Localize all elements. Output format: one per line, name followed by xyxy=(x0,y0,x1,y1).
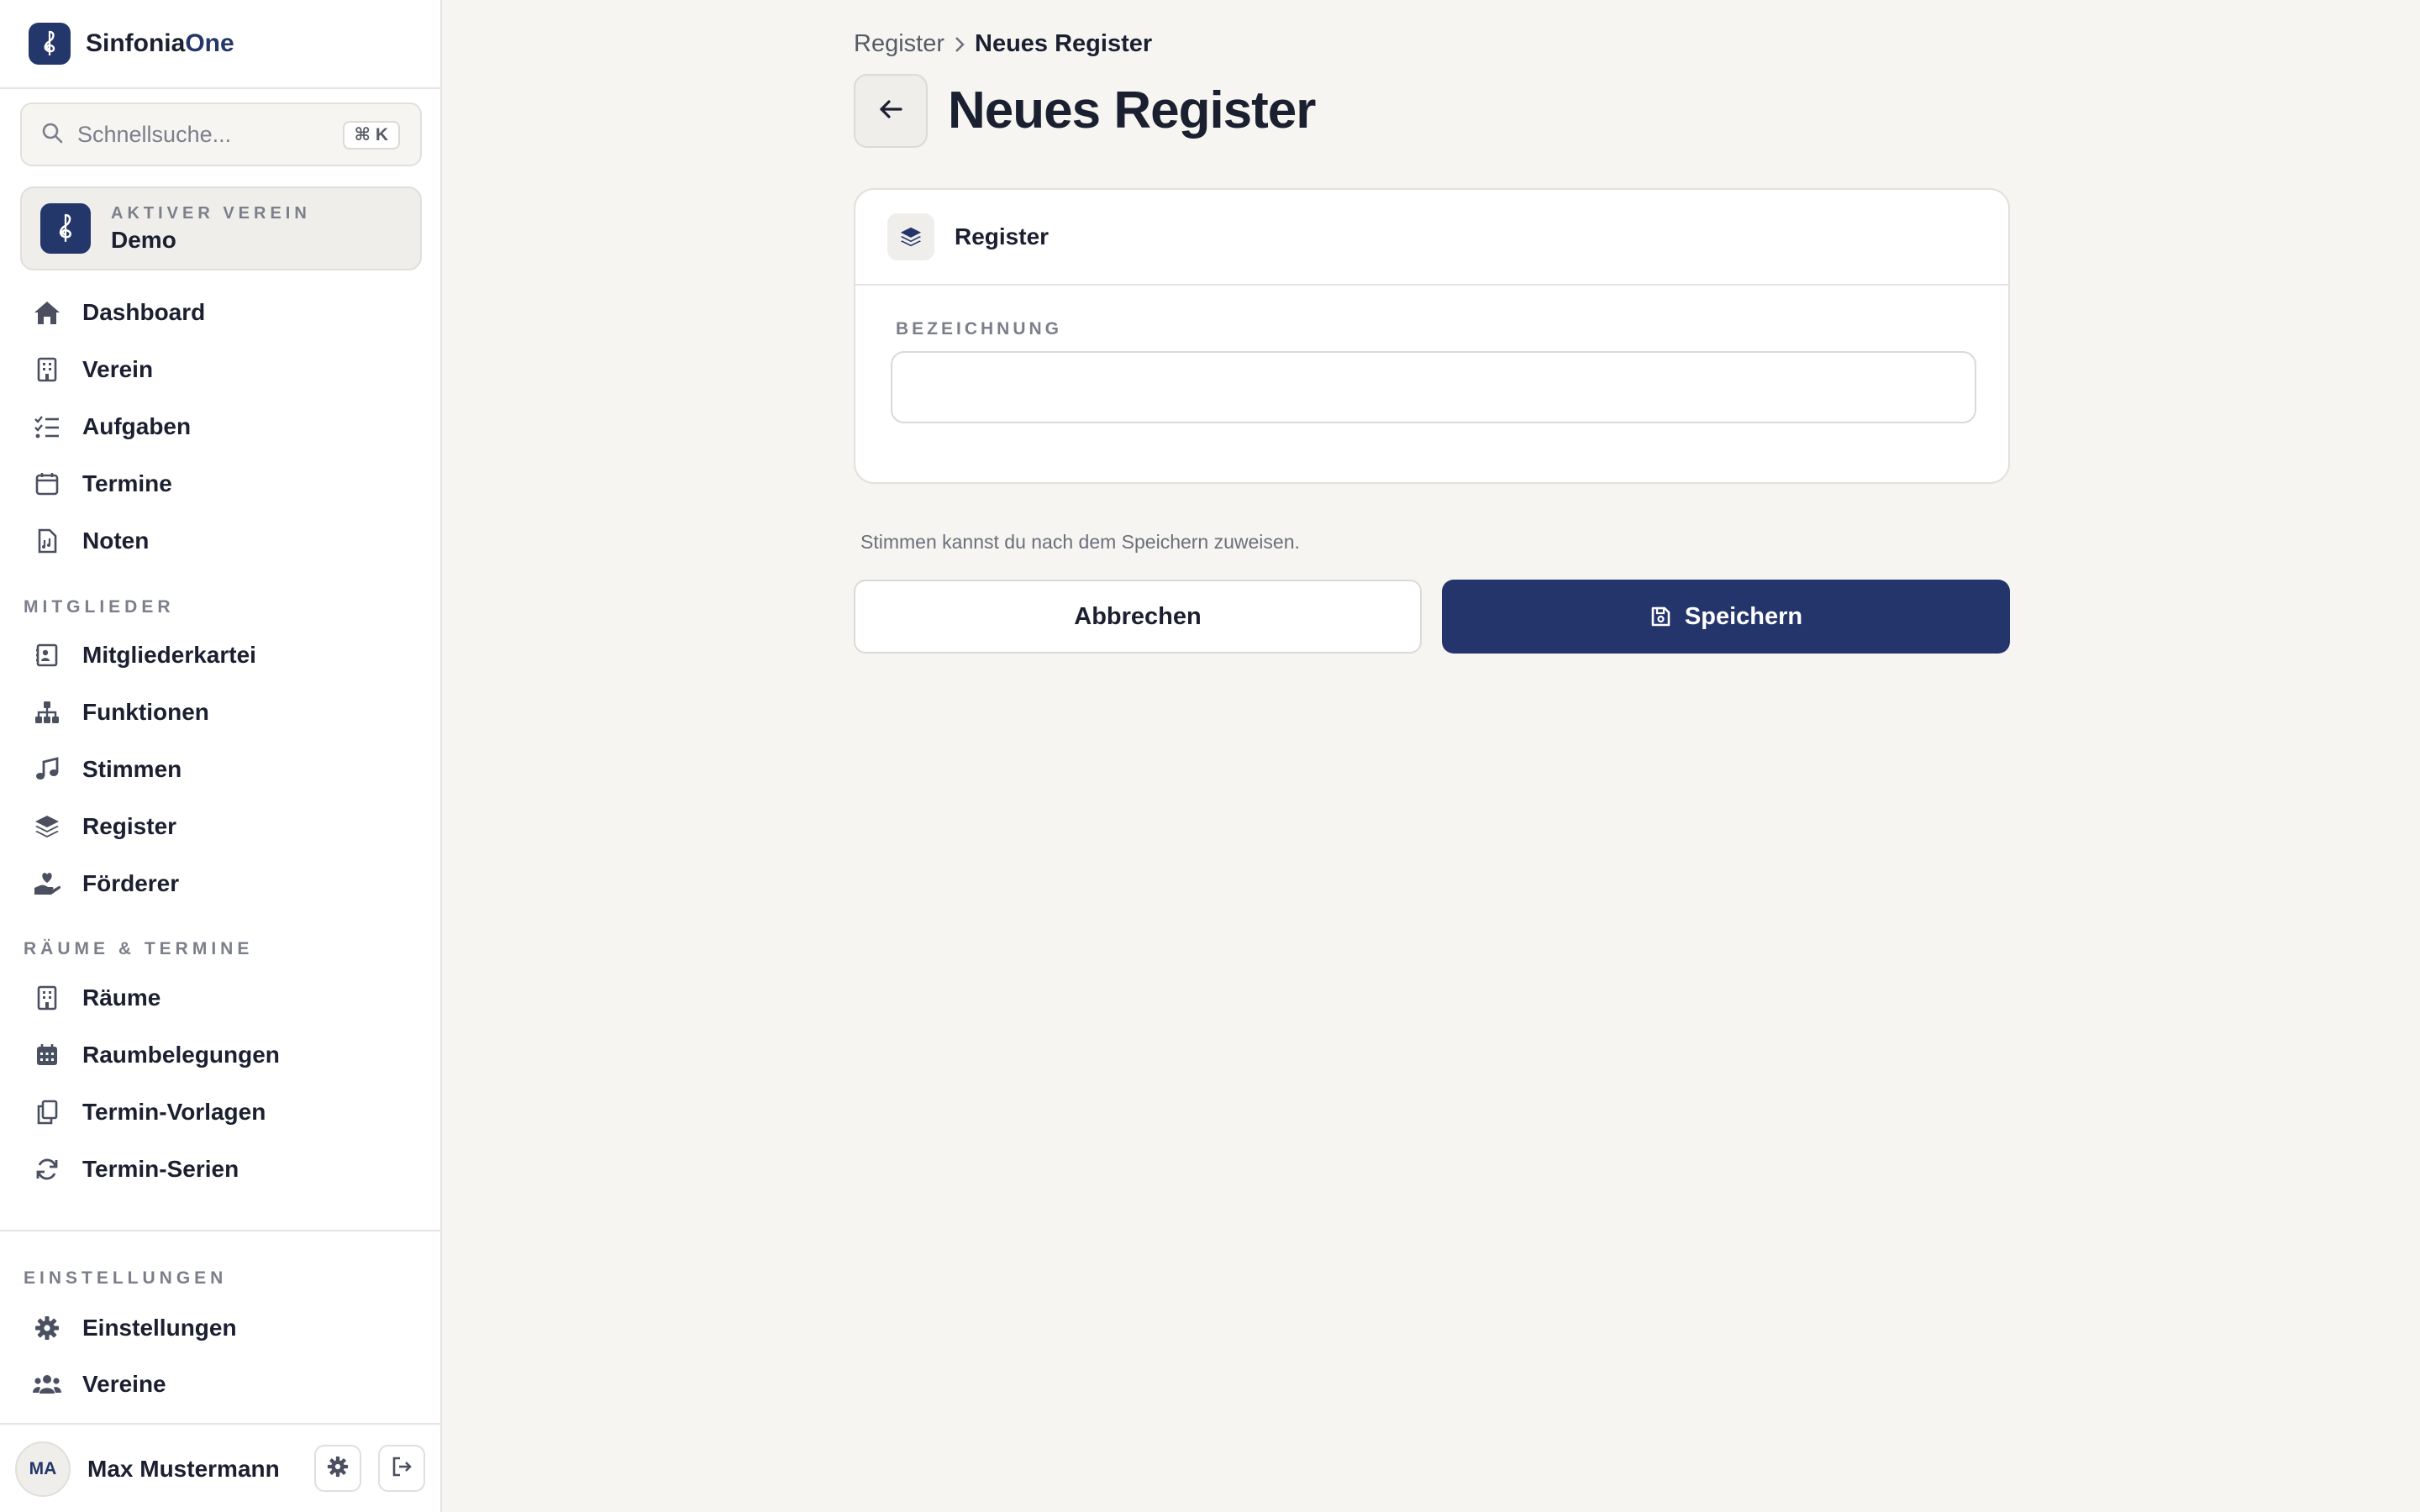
save-icon xyxy=(1649,606,1671,627)
bezeichnung-input[interactable] xyxy=(891,351,1976,423)
sidebar-item-termine[interactable]: Termine xyxy=(30,463,417,505)
task-list-icon xyxy=(30,410,64,444)
music-note-icon xyxy=(30,753,64,786)
contact-card-icon xyxy=(30,638,64,672)
breadcrumb-current: Neues Register xyxy=(975,30,1153,57)
user-settings-button[interactable] xyxy=(314,1445,361,1492)
sidebar-item-raeume[interactable]: Räume xyxy=(30,977,417,1019)
sidebar-item-foerderer[interactable]: Förderer xyxy=(30,863,417,905)
sidebar-item-noten[interactable]: Noten xyxy=(30,520,417,562)
sidebar-item-funktionen[interactable]: Funktionen xyxy=(30,691,417,733)
quick-search[interactable]: Schnellsuche... ⌘ K xyxy=(20,102,422,166)
avatar[interactable]: MA xyxy=(15,1441,71,1497)
layers-icon xyxy=(30,810,64,843)
sidebar-footer-divider xyxy=(0,1423,440,1425)
club-logo-icon xyxy=(40,203,91,254)
sidebar-item-termin-serien[interactable]: Termin-Serien xyxy=(30,1148,417,1190)
active-club-name: Demo xyxy=(111,226,176,253)
back-button[interactable] xyxy=(854,74,928,148)
register-form-card: Register BEZEICHNUNG xyxy=(854,188,2010,484)
users-icon xyxy=(30,1368,64,1401)
bezeichnung-label: BEZEICHNUNG xyxy=(896,319,1063,339)
building-icon xyxy=(30,981,64,1015)
section-label-settings: EINSTELLUNGEN xyxy=(24,1268,228,1288)
sidebar-item-stimmen[interactable]: Stimmen xyxy=(30,748,417,790)
breadcrumb: Register Neues Register xyxy=(854,30,1152,58)
section-label-members: MITGLIEDER xyxy=(24,597,175,617)
active-club-switcher[interactable]: AKTIVER VEREIN Demo xyxy=(20,186,422,270)
sidebar: SinfoniaOne Schnellsuche... ⌘ K AKTIVER … xyxy=(0,0,442,1512)
sidebar-item-mitgliederkartei[interactable]: Mitgliederkartei xyxy=(30,634,417,676)
refresh-icon xyxy=(30,1152,64,1186)
save-button-label: Speichern xyxy=(1684,602,1803,630)
search-placeholder: Schnellsuche... xyxy=(77,121,232,147)
hand-heart-icon xyxy=(30,867,64,900)
chevron-right-icon xyxy=(953,34,966,55)
logout-button[interactable] xyxy=(378,1445,425,1492)
calendar-icon xyxy=(30,467,64,501)
sidebar-item-vereine[interactable]: Vereine xyxy=(30,1363,417,1405)
card-title: Register xyxy=(955,223,1050,249)
hint-text: Stimmen kannst du nach dem Speichern zuw… xyxy=(860,531,1300,553)
active-club-label: AKTIVER VEREIN xyxy=(111,203,311,223)
org-chart-icon xyxy=(30,696,64,729)
sidebar-item-termin-vorlagen[interactable]: Termin-Vorlagen xyxy=(30,1091,417,1133)
user-profile: MA Max Mustermann xyxy=(15,1440,427,1499)
home-icon xyxy=(30,296,64,329)
sidebar-item-einstellungen[interactable]: Einstellungen xyxy=(30,1307,417,1349)
breadcrumb-parent-link[interactable]: Register xyxy=(854,30,944,58)
sidebar-item-register[interactable]: Register xyxy=(30,806,417,848)
layers-icon xyxy=(887,213,934,260)
calendar-grid-icon xyxy=(30,1038,64,1072)
card-header: Register xyxy=(855,190,2008,286)
page-title: Neues Register xyxy=(948,81,1316,139)
brand[interactable]: SinfoniaOne xyxy=(0,0,440,89)
copy-icon xyxy=(30,1095,64,1129)
gear-icon xyxy=(327,1456,349,1482)
search-shortcut: ⌘ K xyxy=(342,121,400,150)
logout-icon xyxy=(391,1456,413,1482)
cancel-button[interactable]: Abbrechen xyxy=(854,580,1422,654)
sidebar-item-aufgaben[interactable]: Aufgaben xyxy=(30,406,417,448)
arrow-left-icon xyxy=(878,98,903,124)
building-icon xyxy=(30,353,64,386)
sidebar-item-raumbelegungen[interactable]: Raumbelegungen xyxy=(30,1034,417,1076)
sidebar-item-verein[interactable]: Verein xyxy=(30,349,417,391)
section-label-rooms: RÄUME & TERMINE xyxy=(24,939,254,958)
sheet-music-file-icon xyxy=(30,524,64,558)
user-name: Max Mustermann xyxy=(87,1456,280,1482)
save-button[interactable]: Speichern xyxy=(1442,580,2010,654)
sidebar-item-dashboard[interactable]: Dashboard xyxy=(30,291,417,333)
sidebar-divider xyxy=(0,1230,440,1231)
app-name: SinfoniaOne xyxy=(86,29,234,57)
gear-icon xyxy=(30,1311,64,1345)
search-icon xyxy=(40,121,64,149)
app-logo-icon xyxy=(29,23,71,65)
